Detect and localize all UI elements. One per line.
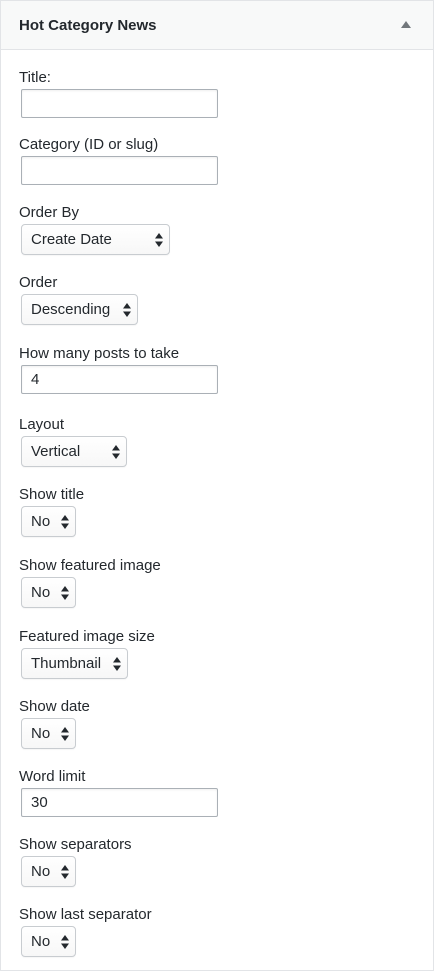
- show-last-separator-select[interactable]: No: [21, 926, 76, 957]
- show-separators-value: No: [31, 863, 51, 880]
- up-down-arrows-icon: [61, 515, 69, 529]
- hot-category-news-widget: Hot Category News Title: Category (ID or…: [0, 0, 434, 971]
- word-limit-input[interactable]: [21, 788, 218, 817]
- show-separators-label: Show separators: [19, 836, 132, 853]
- featured-image-size-select[interactable]: Thumbnail: [21, 648, 128, 679]
- collapse-toggle-icon[interactable]: [401, 21, 411, 28]
- show-date-select[interactable]: No: [21, 718, 76, 749]
- order-select[interactable]: Descending: [21, 294, 138, 325]
- layout-select[interactable]: Vertical: [21, 436, 127, 467]
- layout-label: Layout: [19, 416, 65, 433]
- order-value: Descending: [31, 301, 111, 318]
- order-by-label: Order By: [19, 204, 80, 221]
- title-label: Title:: [19, 69, 51, 86]
- layout-value: Vertical: [31, 443, 81, 460]
- up-down-arrows-icon: [61, 727, 69, 741]
- featured-image-size-label: Featured image size: [19, 628, 155, 645]
- order-by-select[interactable]: Create Date: [21, 224, 170, 255]
- show-date-value: No: [31, 725, 51, 742]
- show-title-value: No: [31, 513, 51, 530]
- posts-count-label: How many posts to take: [19, 345, 180, 362]
- order-label: Order: [19, 274, 58, 291]
- show-featured-image-label: Show featured image: [19, 557, 161, 574]
- show-featured-image-select[interactable]: No: [21, 577, 76, 608]
- up-down-arrows-icon: [61, 865, 69, 879]
- up-down-arrows-icon: [113, 657, 121, 671]
- show-title-label: Show title: [19, 486, 85, 503]
- up-down-arrows-icon: [155, 233, 163, 247]
- show-last-separator-value: No: [31, 933, 51, 950]
- category-input[interactable]: [21, 156, 218, 185]
- show-last-separator-label: Show last separator: [19, 906, 152, 923]
- show-title-select[interactable]: No: [21, 506, 76, 537]
- show-date-label: Show date: [19, 698, 90, 715]
- up-down-arrows-icon: [123, 303, 131, 317]
- widget-header[interactable]: Hot Category News: [1, 1, 433, 50]
- title-input[interactable]: [21, 89, 218, 118]
- up-down-arrows-icon: [112, 445, 120, 459]
- show-separators-select[interactable]: No: [21, 856, 76, 887]
- featured-image-size-value: Thumbnail: [31, 655, 102, 672]
- order-by-value: Create Date: [31, 231, 112, 248]
- word-limit-label: Word limit: [19, 768, 86, 785]
- show-featured-image-value: No: [31, 584, 51, 601]
- up-down-arrows-icon: [61, 586, 69, 600]
- up-down-arrows-icon: [61, 935, 69, 949]
- posts-count-input[interactable]: [21, 365, 218, 394]
- category-label: Category (ID or slug): [19, 136, 159, 153]
- widget-title: Hot Category News: [19, 17, 157, 34]
